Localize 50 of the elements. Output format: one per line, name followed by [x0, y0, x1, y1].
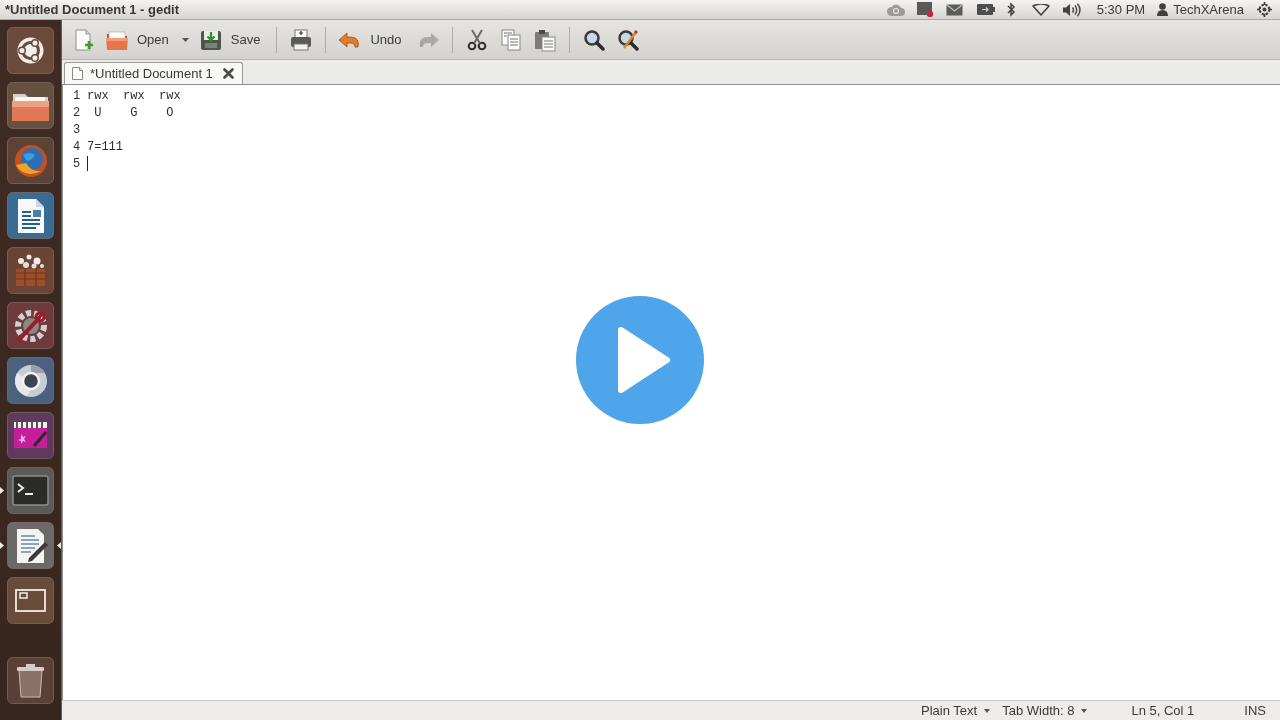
trash-icon[interactable]: [7, 657, 54, 704]
line-number: 2: [72, 104, 82, 122]
code-line: rwx rwx rwx: [87, 87, 181, 105]
text-editor[interactable]: 1 rwx rwx rwx 2 U G O 3 4 7=111 5: [62, 84, 1280, 700]
clapperboard-icon[interactable]: [7, 412, 54, 459]
caret-icon: [182, 37, 190, 42]
folder-icon[interactable]: [7, 82, 54, 129]
toolbar-button[interactable]: Open: [100, 22, 178, 57]
copy-icon: [498, 27, 523, 52]
round-logo-icon[interactable]: [7, 357, 54, 404]
insert-mode: INS: [1244, 701, 1266, 720]
record-icon[interactable]: [916, 2, 934, 17]
settings-icon[interactable]: [1257, 2, 1272, 17]
paste-icon: [532, 27, 557, 52]
document-icon: [72, 67, 83, 80]
code-line: U G O: [93, 104, 174, 122]
line-number: 1: [72, 87, 82, 105]
terminal-icon[interactable]: [7, 467, 54, 514]
wifi-icon[interactable]: [1031, 3, 1050, 16]
user-menu[interactable]: TechXArena: [1157, 0, 1244, 20]
cursor-position: Ln 5, Col 1: [1131, 701, 1195, 720]
line-number: 3: [72, 121, 82, 139]
find-replace-icon: [615, 27, 640, 52]
document-tab[interactable]: *Untitled Document 1: [64, 62, 243, 84]
tab-width-dropdown[interactable]: Tab Width: 8: [1002, 700, 1088, 720]
gear-wrench-icon[interactable]: [7, 302, 54, 349]
line-number: 4: [72, 138, 82, 156]
speaker-icon[interactable]: [1062, 2, 1081, 17]
close-icon[interactable]: [222, 68, 234, 79]
battery-icon[interactable]: [976, 4, 995, 15]
caret-icon: [1081, 708, 1088, 713]
user-icon: [1157, 3, 1169, 16]
document-icon[interactable]: [7, 192, 54, 239]
clock[interactable]: 5:30 PM: [1096, 0, 1146, 20]
text-editor-icon[interactable]: [7, 522, 54, 569]
crate-icon[interactable]: [7, 247, 54, 294]
ring-logo-icon[interactable]: [7, 27, 54, 74]
line-number: 5: [72, 155, 82, 173]
window-title: *Untitled Document 1 - gedit: [4, 0, 180, 19]
printer-icon: [289, 27, 314, 52]
globe-icon[interactable]: [7, 137, 54, 184]
envelope-icon[interactable]: [945, 3, 963, 16]
workspaces-icon[interactable]: [7, 577, 54, 624]
caret-icon: [984, 708, 991, 713]
code-line: 7=111: [87, 138, 123, 156]
toolbar-button[interactable]: Save: [193, 22, 270, 57]
language-dropdown[interactable]: Plain Text: [921, 700, 991, 720]
toolbar-button[interactable]: Undo: [333, 22, 411, 57]
bluetooth-icon[interactable]: [1006, 2, 1016, 17]
search-icon: [581, 27, 606, 52]
